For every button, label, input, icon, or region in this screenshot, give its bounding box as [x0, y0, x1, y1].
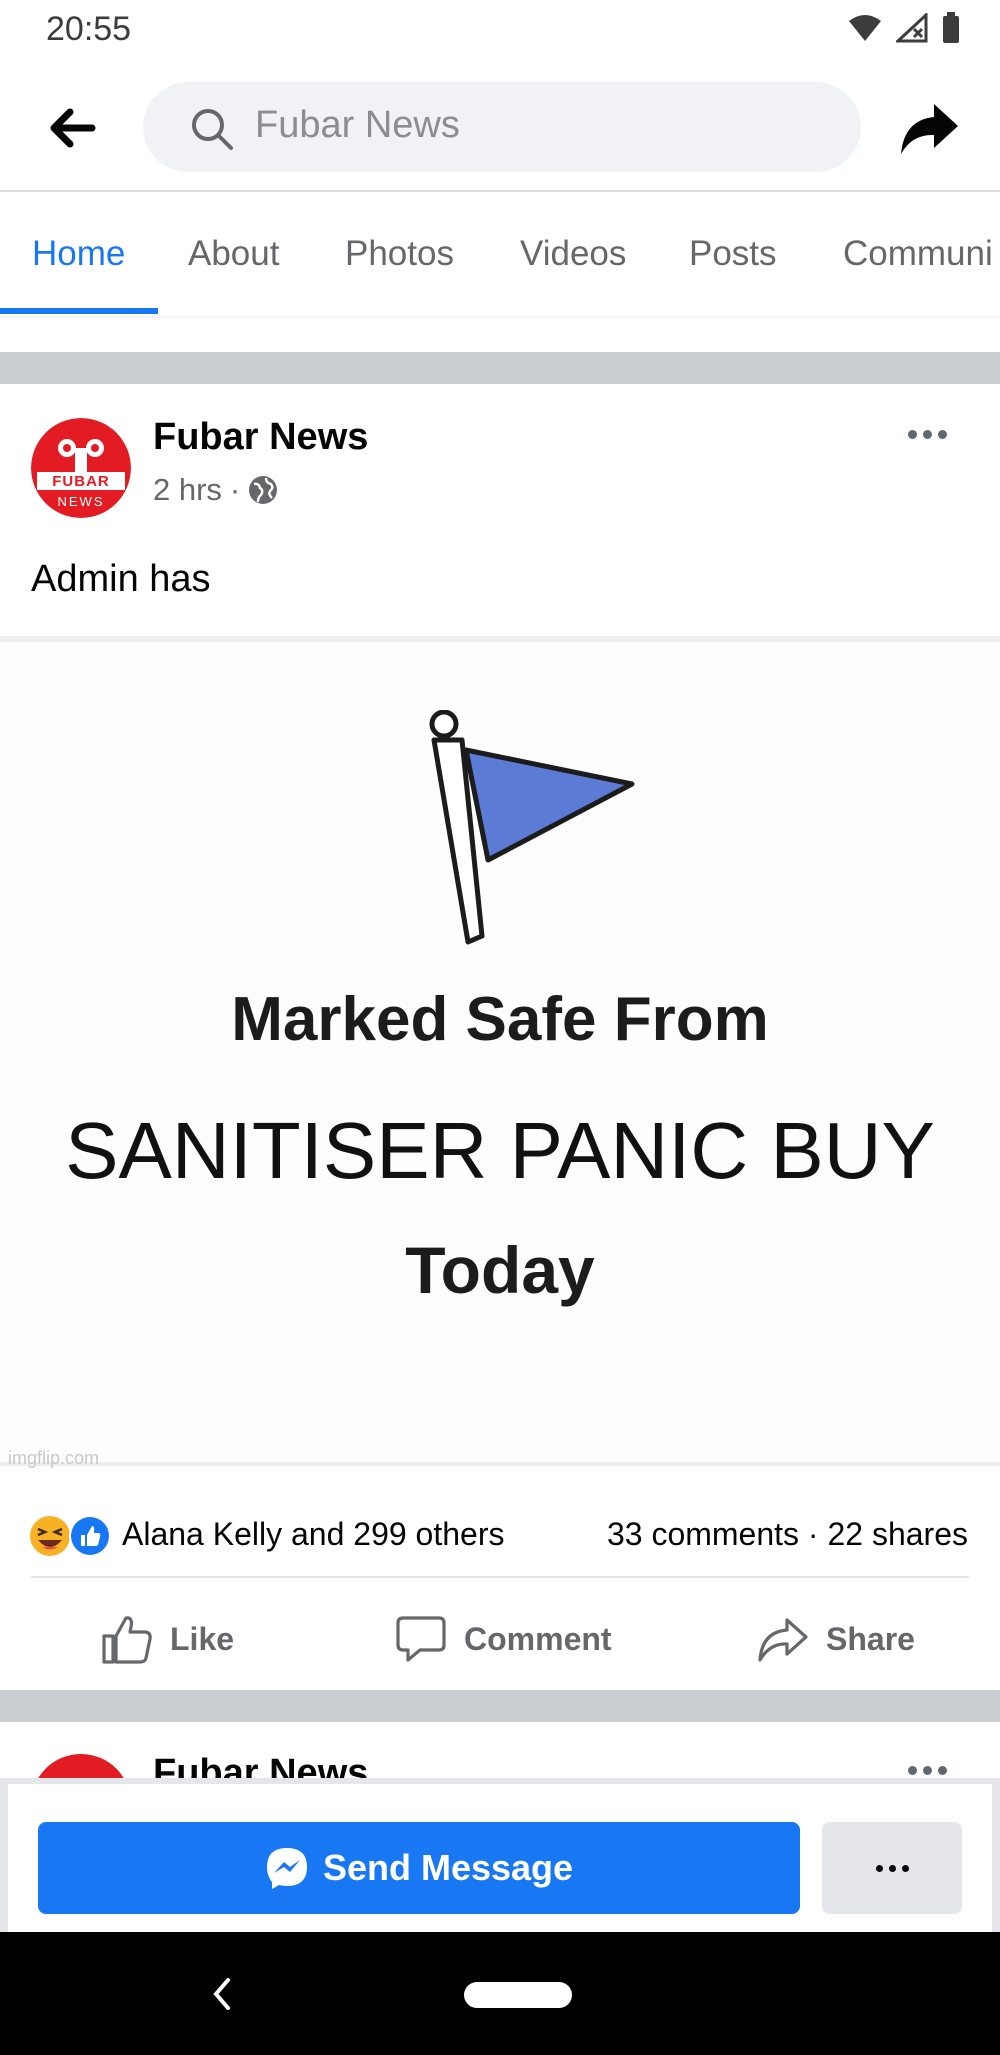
page-name[interactable]: Fubar News [153, 416, 368, 459]
search-icon [192, 109, 233, 150]
more-options-button[interactable] [822, 1822, 962, 1914]
page-tabs: Home About Photos Videos Posts Communi [0, 194, 1000, 316]
post-time[interactable]: 2 hrs [153, 472, 222, 508]
shares-count[interactable]: 22 shares [827, 1516, 968, 1552]
haha-reaction-icon [30, 1516, 70, 1556]
status-bar: 20:55 [0, 0, 1000, 64]
section-divider [0, 1690, 1000, 1722]
meme-text-line1: Marked Safe From [231, 985, 769, 1054]
fubar-logo-icon: FUBAR NEWS [31, 418, 131, 518]
bottom-action-bar: Send Message [0, 1778, 1000, 1932]
signal-icon [896, 13, 928, 43]
post-image[interactable]: Marked Safe From SANITISER PANIC BUY Tod… [0, 636, 1000, 1468]
thumbs-up-icon [102, 1616, 152, 1664]
flag-icon [429, 710, 635, 945]
tab-posts[interactable]: Posts [689, 234, 777, 274]
dot-separator: · [807, 1516, 828, 1552]
comment-button[interactable]: Comment [394, 1612, 612, 1666]
status-icons [848, 12, 960, 44]
post-text: Admin has [31, 558, 211, 600]
reactors-text[interactable]: Alana Kelly and 299 others [122, 1516, 504, 1553]
globe-icon [249, 476, 278, 504]
search-header: Fubar News [0, 64, 1000, 192]
share-button[interactable]: Share [756, 1612, 915, 1666]
like-label: Like [170, 1620, 235, 1657]
comments-count[interactable]: 33 comments [607, 1516, 799, 1552]
system-nav-bar [0, 1932, 1000, 2055]
back-arrow-icon[interactable] [44, 100, 100, 156]
share-arrow-icon[interactable] [898, 98, 960, 160]
share-label: Share [826, 1620, 915, 1657]
watermark: imgflip.com [8, 1448, 100, 1468]
battery-icon [943, 12, 959, 43]
nav-home-pill[interactable] [464, 1982, 572, 2008]
messenger-icon [266, 1848, 307, 1889]
nav-back-icon[interactable] [208, 1974, 234, 2014]
reactions-summary[interactable]: Alana Kelly and 299 others 33 comments ·… [0, 1492, 1000, 1576]
section-divider [0, 352, 1000, 384]
send-message-button[interactable]: Send Message [38, 1822, 800, 1914]
active-tab-indicator [0, 308, 158, 314]
tab-home[interactable]: Home [32, 234, 125, 274]
engagement-counts: 33 comments · 22 shares [607, 1516, 968, 1553]
dot-separator: · [229, 472, 241, 507]
reaction-icons [30, 1515, 111, 1557]
meme-text-line2: SANITISER PANIC BUY [65, 1106, 935, 1195]
status-time: 20:55 [46, 10, 132, 48]
post-more-button[interactable] [908, 430, 947, 439]
tab-videos[interactable]: Videos [520, 234, 626, 274]
meme-text-line3: Today [405, 1233, 595, 1307]
avatar-text-bottom: NEWS [58, 494, 105, 509]
post-meta: 2 hrs · [153, 472, 278, 508]
comment-label: Comment [464, 1620, 612, 1657]
next-post: Fubar News [0, 1722, 1000, 1782]
like-reaction-icon [69, 1515, 111, 1557]
avatar-text-top: FUBAR [52, 473, 110, 490]
send-message-label: Send Message [322, 1847, 574, 1888]
search-input[interactable]: Fubar News [143, 82, 861, 172]
post-more-button[interactable] [908, 1766, 947, 1775]
tab-community[interactable]: Communi [843, 234, 993, 274]
avatar[interactable]: FUBAR NEWS [31, 418, 131, 518]
search-query: Fubar News [255, 104, 460, 146]
post-actions: Like Comment Share [0, 1578, 1000, 1690]
tab-photos[interactable]: Photos [345, 234, 454, 274]
share-icon [758, 1618, 808, 1662]
bottom-action-inner: Send Message [8, 1784, 992, 1932]
wifi-icon [849, 15, 881, 41]
comment-icon [396, 1616, 446, 1662]
like-button[interactable]: Like [100, 1612, 234, 1666]
tab-about[interactable]: About [188, 234, 279, 274]
